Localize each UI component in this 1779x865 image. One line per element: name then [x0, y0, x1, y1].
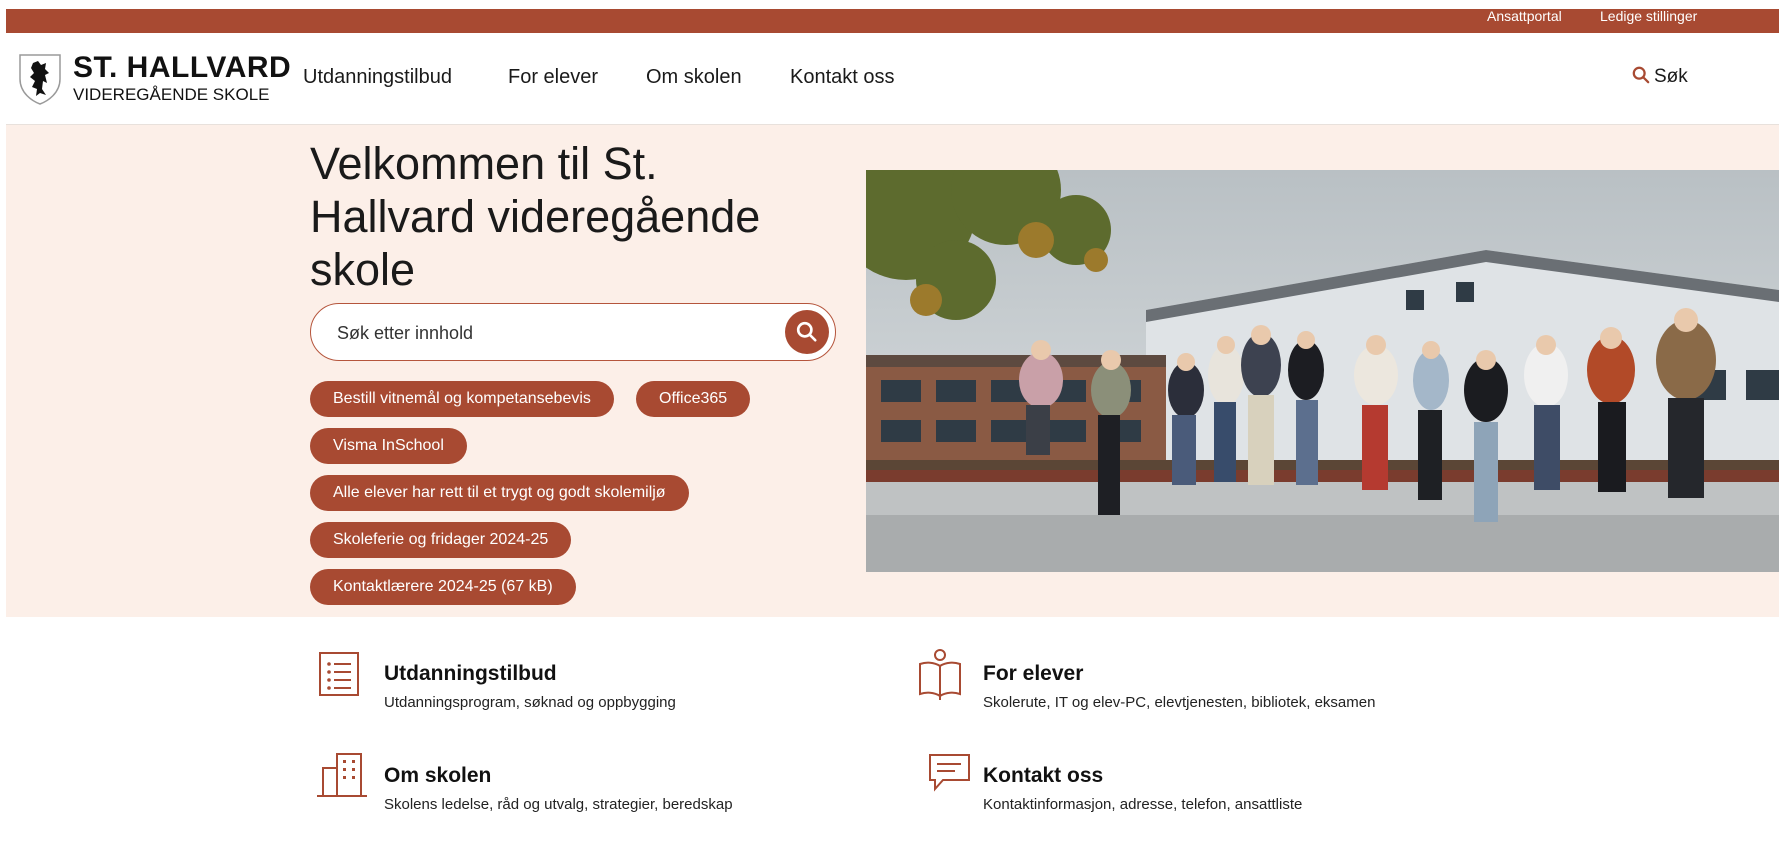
logo-subtitle: VIDEREGÅENDE SKOLE [73, 85, 270, 104]
section-title[interactable]: For elever [983, 662, 1083, 686]
section-description: Utdanningsprogram, søknad og oppbygging [384, 694, 676, 711]
quick-link-visma[interactable]: Visma InSchool [310, 428, 467, 464]
hero-photo [866, 170, 1779, 572]
section-description: Kontaktinformasjon, adresse, telefon, an… [983, 796, 1303, 813]
section-description: Skolerute, IT og elev-PC, elevtjenesten,… [983, 694, 1376, 711]
nav-om-skolen[interactable]: Om skolen [646, 66, 742, 89]
ansattportal-link[interactable]: Ansattportal [1487, 9, 1562, 23]
quick-link-vitnemal[interactable]: Bestill vitnemål og kompetansebevis [310, 381, 614, 417]
section-title[interactable]: Kontakt oss [983, 764, 1103, 788]
logo-name: ST. HALLVARD [73, 51, 292, 84]
quick-link-skoleferie[interactable]: Skoleferie og fridager 2024-25 [310, 522, 572, 558]
top-utility-bar: Ansattportal Ledige stillinger [6, 9, 1779, 33]
search-icon [796, 321, 817, 342]
shield-logo-icon [19, 54, 61, 105]
list-icon [319, 652, 359, 696]
section-card-for-elever: For elever Skolerute, IT og elev-PC, ele… [916, 649, 1476, 720]
nav-kontakt-oss[interactable]: Kontakt oss [790, 66, 895, 89]
nav-utdanningstilbud[interactable]: Utdanningstilbud [303, 66, 452, 89]
hero-search-box [310, 303, 836, 361]
section-title[interactable]: Om skolen [384, 764, 491, 788]
section-card-utdanningstilbud: Utdanningstilbud Utdanningsprogram, søkn… [317, 650, 877, 720]
chat-bubble-icon [929, 754, 970, 792]
quick-link-office365[interactable]: Office365 [636, 381, 751, 417]
search-icon [1632, 66, 1650, 84]
header-search-button[interactable]: Søk [1632, 66, 1688, 88]
site-header: ST. HALLVARD VIDEREGÅENDE SKOLE Utdannin… [6, 33, 1779, 125]
nav-for-elever[interactable]: For elever [508, 66, 598, 89]
reader-book-icon [919, 649, 961, 700]
quick-link-kontaktlaerere[interactable]: Kontaktlærere 2024-25 (67 kB) [310, 569, 576, 605]
search-input[interactable] [335, 316, 759, 350]
hero-section: Velkommen til St. Hallvard videregående … [6, 125, 1779, 617]
section-card-kontakt-oss: Kontakt oss Kontaktinformasjon, adresse,… [916, 752, 1476, 822]
page-title: Velkommen til St. Hallvard videregående … [310, 138, 761, 295]
students-jumping-image [866, 170, 1779, 572]
section-card-om-skolen: Om skolen Skolens ledelse, råd og utvalg… [317, 752, 877, 822]
ledige-stillinger-link[interactable]: Ledige stillinger [1600, 9, 1697, 23]
search-submit-button[interactable] [785, 310, 829, 354]
section-description: Skolens ledelse, råd og utvalg, strategi… [384, 796, 733, 813]
search-label: Søk [1654, 66, 1688, 87]
section-title[interactable]: Utdanningstilbud [384, 662, 557, 686]
school-logo[interactable]: ST. HALLVARD VIDEREGÅENDE SKOLE [18, 51, 291, 107]
building-icon [317, 753, 367, 797]
quick-link-skolemiljo[interactable]: Alle elever har rett til et trygt og god… [310, 475, 689, 511]
